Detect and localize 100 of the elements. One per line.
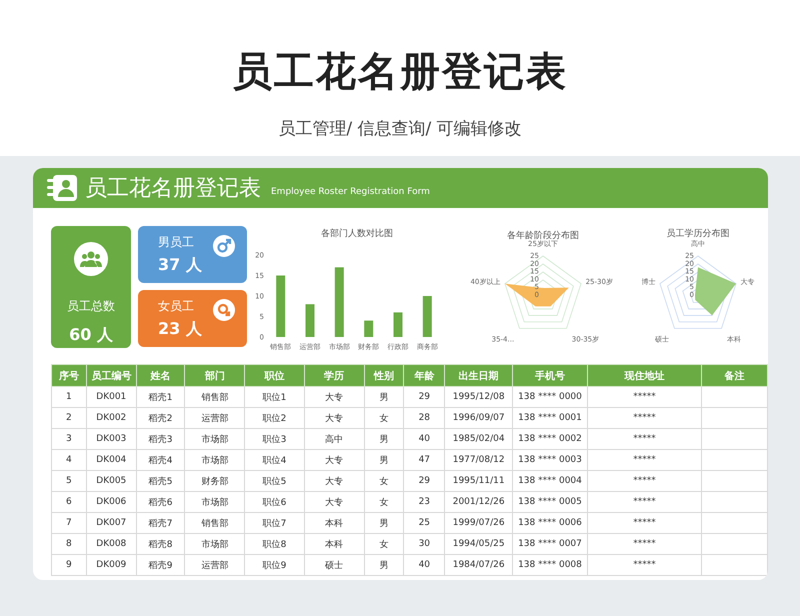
column-header: 员工编号 xyxy=(86,364,136,386)
table-cell: 1 xyxy=(52,386,86,408)
table-cell: 138 **** 0002 xyxy=(512,428,588,450)
table-cell: 138 **** 0005 xyxy=(512,492,588,512)
bar xyxy=(306,304,314,337)
table-cell: 市场部 xyxy=(184,428,245,450)
table-cell: 29 xyxy=(404,386,445,408)
column-header: 姓名 xyxy=(136,364,185,386)
table-cell: 大专 xyxy=(304,492,364,512)
table-cell: ***** xyxy=(587,408,702,428)
table-cell: DK009 xyxy=(86,554,136,576)
table-cell: 6 xyxy=(52,492,86,512)
table-cell: ***** xyxy=(587,428,702,450)
table-cell: 1996/09/07 xyxy=(444,408,513,428)
table-cell: ***** xyxy=(587,492,702,512)
stat-label: 女员工 xyxy=(158,298,195,314)
table-cell: 稻壳8 xyxy=(136,534,185,554)
table-cell: 职位1 xyxy=(244,386,304,408)
table-cell: 男 xyxy=(364,386,404,408)
table-cell: 138 **** 0006 xyxy=(512,512,588,534)
table-cell: 138 **** 0007 xyxy=(512,534,588,554)
table-cell: 40 xyxy=(404,554,445,576)
table-cell: 职位7 xyxy=(244,512,304,534)
column-header: 职位 xyxy=(244,364,304,386)
table-cell: 职位3 xyxy=(244,428,304,450)
table-cell: 稻壳4 xyxy=(136,450,185,470)
table-cell: DK006 xyxy=(86,492,136,512)
table-cell: 女 xyxy=(364,534,404,554)
bar xyxy=(394,312,402,337)
table-cell: 大专 xyxy=(304,386,364,408)
table-cell: 23 xyxy=(404,492,445,512)
table-cell: 稻壳3 xyxy=(136,428,185,450)
table-cell: 职位2 xyxy=(244,408,304,428)
table-cell: 市场部 xyxy=(184,534,245,554)
table-cell: 女 xyxy=(364,470,404,492)
table-cell: 运营部 xyxy=(184,408,245,428)
sheet-title: 员工花名册登记表 xyxy=(85,175,261,203)
sheet-subtitle: Employee Roster Registration Form xyxy=(271,187,430,197)
stat-value: 23 人 xyxy=(158,318,202,340)
column-header: 学历 xyxy=(304,364,364,386)
table-cell: ***** xyxy=(587,386,702,408)
table-cell: 30 xyxy=(404,534,445,554)
table-cell: 4 xyxy=(52,450,86,470)
table-cell: 稻壳9 xyxy=(136,554,185,576)
female-symbol-icon xyxy=(213,299,235,321)
table-cell: 大专 xyxy=(304,450,364,470)
table-cell: 1985/02/04 xyxy=(444,428,513,450)
stat-label: 男员工 xyxy=(158,234,195,250)
table-cell: 138 **** 0004 xyxy=(512,470,588,492)
table-cell: 1984/07/26 xyxy=(444,554,513,576)
table-cell: DK007 xyxy=(86,512,136,534)
table-cell: 市场部 xyxy=(184,450,245,470)
table-cell: DK005 xyxy=(86,470,136,492)
table-cell: 1995/11/11 xyxy=(444,470,513,492)
table-cell: 男 xyxy=(364,512,404,534)
column-header: 出生日期 xyxy=(444,364,513,386)
table-cell: 2001/12/26 xyxy=(444,492,513,512)
table-cell: DK002 xyxy=(86,408,136,428)
table-cell: 28 xyxy=(404,408,445,428)
table-cell: ***** xyxy=(587,534,702,554)
table-cell: 29 xyxy=(404,470,445,492)
column-header: 性别 xyxy=(364,364,404,386)
table-cell: 8 xyxy=(52,534,86,554)
table-cell: 3 xyxy=(52,428,86,450)
table-cell: 本科 xyxy=(304,534,364,554)
table-cell: 40 xyxy=(404,428,445,450)
table-cell: 职位5 xyxy=(244,470,304,492)
stat-value: 37 人 xyxy=(158,254,202,276)
table-cell: 1999/07/26 xyxy=(444,512,513,534)
table-cell: 销售部 xyxy=(184,386,245,408)
table-cell: 138 **** 0000 xyxy=(512,386,588,408)
male-symbol-icon xyxy=(213,235,235,257)
table-cell: 1995/12/08 xyxy=(444,386,513,408)
table-cell: ***** xyxy=(587,470,702,492)
table-cell: 本科 xyxy=(304,512,364,534)
table-cell: 女 xyxy=(364,408,404,428)
table-cell: 男 xyxy=(364,428,404,450)
table-cell: 9 xyxy=(52,554,86,576)
table-cell: 职位9 xyxy=(244,554,304,576)
table-cell: 稻壳2 xyxy=(136,408,185,428)
table-cell: 稻壳6 xyxy=(136,492,185,512)
table-cell: 硕士 xyxy=(304,554,364,576)
table-cell: 男 xyxy=(364,554,404,576)
table-cell: 138 **** 0008 xyxy=(512,554,588,576)
column-header: 部门 xyxy=(184,364,245,386)
table-cell: 25 xyxy=(404,512,445,534)
table-cell: 职位8 xyxy=(244,534,304,554)
table-cell: 大专 xyxy=(304,408,364,428)
chart-title: 各年龄阶段分布图 xyxy=(507,231,579,241)
chart-title: 各部门人数对比图 xyxy=(321,229,393,239)
table-cell: DK004 xyxy=(86,450,136,470)
table-cell: 高中 xyxy=(304,428,364,450)
table-cell: 大专 xyxy=(304,470,364,492)
page-subtitle: 员工管理/ 信息查询/ 可编辑修改 xyxy=(278,118,522,140)
bar xyxy=(422,296,432,337)
bar xyxy=(334,267,344,337)
table-cell: 销售部 xyxy=(184,512,245,534)
column-header: 年龄 xyxy=(404,364,445,386)
column-header: 手机号 xyxy=(512,364,588,386)
table-cell: 1977/08/12 xyxy=(444,450,513,470)
